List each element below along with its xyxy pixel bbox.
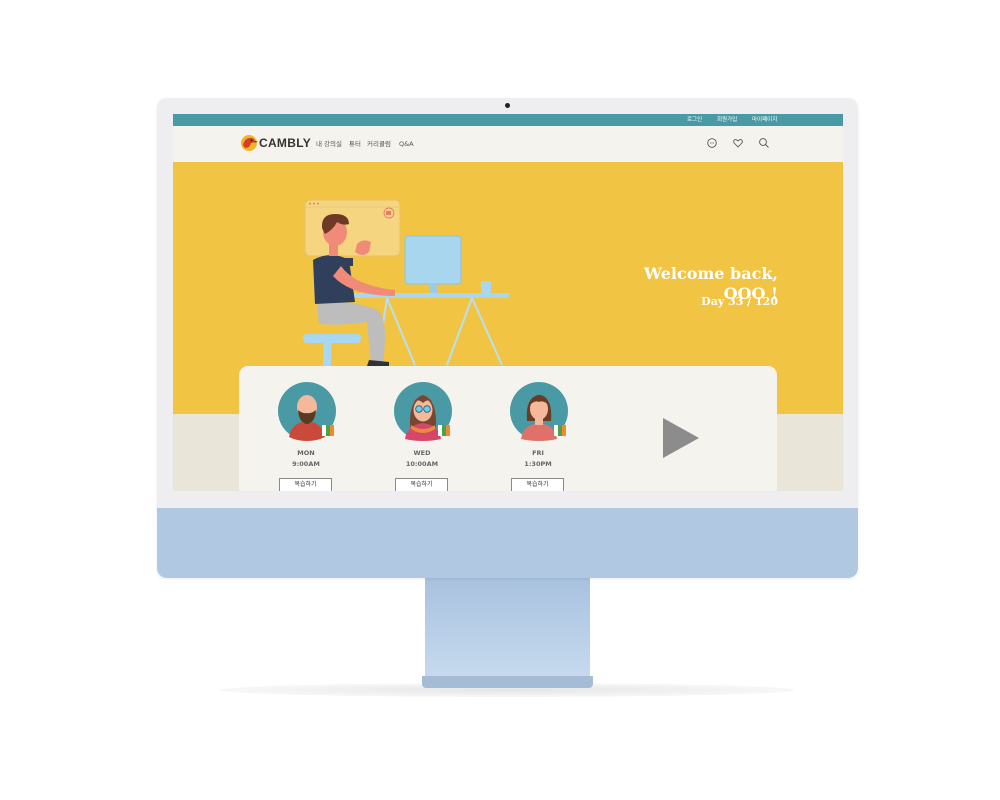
main-navigation: CAMBLY 내 강의실 튜터 커리큘럼 Q&A: [173, 126, 843, 162]
review-button[interactable]: 복습하기: [511, 478, 564, 491]
tutor-card-fri: FRI 1:30PM 복습하기: [493, 381, 583, 491]
webcam-dot: [505, 103, 510, 108]
logo-text[interactable]: CAMBLY: [259, 136, 311, 150]
class-day: WED: [413, 449, 431, 457]
nav-tutors[interactable]: 튜터: [349, 140, 361, 149]
woman-ponytail-avatar-icon[interactable]: [509, 381, 569, 441]
top-utility-bar: 로그인 회원가입 마이페이지: [173, 114, 843, 126]
class-day: MON: [297, 449, 315, 457]
woman-with-glasses-avatar-icon[interactable]: [393, 381, 453, 441]
class-day: FRI: [532, 449, 544, 457]
mypage-link[interactable]: 마이페이지: [752, 115, 777, 125]
nav-my-classroom[interactable]: 내 강의실: [316, 140, 342, 149]
class-time: 1:30PM: [524, 460, 552, 468]
nav-curriculum[interactable]: 커리큘럼: [367, 140, 391, 149]
cambly-bird-logo-icon[interactable]: [239, 133, 259, 153]
search-icon[interactable]: [758, 137, 770, 149]
class-time: 9:00AM: [292, 460, 320, 468]
monitor-stand: [425, 578, 590, 678]
student-at-desk-illustration: [303, 200, 509, 368]
play-icon[interactable]: [661, 416, 701, 460]
tutor-card-wed: WED 10:00AM 복습하기: [377, 381, 467, 491]
chat-icon[interactable]: [706, 137, 718, 149]
login-link[interactable]: 로그인: [687, 115, 702, 125]
class-time: 10:00AM: [405, 460, 439, 468]
monitor-chin: [157, 508, 858, 578]
signup-link[interactable]: 회원가입: [717, 115, 737, 125]
website-screen: 로그인 회원가입 마이페이지 CAMBLY 내 강의실 튜터 커리큘럼 Q&A: [173, 114, 843, 491]
monitor-frame: 로그인 회원가입 마이페이지 CAMBLY 내 강의실 튜터 커리큘럼 Q&A: [157, 98, 858, 578]
nav-qa[interactable]: Q&A: [399, 140, 414, 149]
day-progress: Day 33 / 120: [701, 295, 778, 308]
tutor-card-mon: MON 9:00AM 복습하기: [261, 381, 351, 491]
review-button[interactable]: 복습하기: [279, 478, 332, 491]
review-button[interactable]: 복습하기: [395, 478, 448, 491]
monitor-stand-base: [422, 676, 593, 688]
bald-bearded-man-avatar-icon[interactable]: [277, 381, 337, 441]
heart-icon[interactable]: [732, 137, 744, 149]
schedule-card: MON 9:00AM 복습하기 WED 10:00AM 복습하기 FRI 1:3…: [239, 366, 777, 491]
